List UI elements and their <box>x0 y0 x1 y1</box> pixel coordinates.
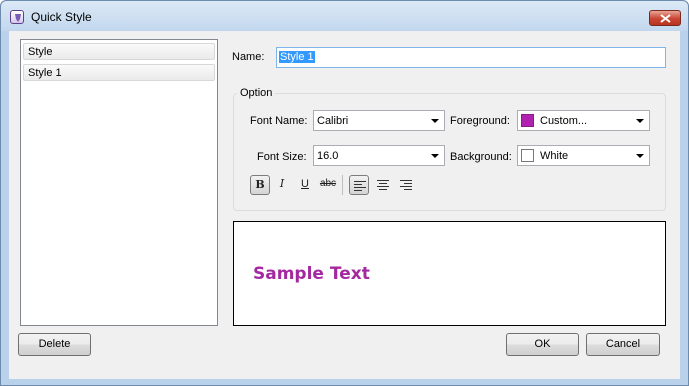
font-size-value: 16.0 <box>317 150 339 162</box>
background-label: Background: <box>450 151 512 163</box>
align-right-icon <box>400 180 412 190</box>
close-button[interactable] <box>649 10 681 26</box>
foreground-dropdown[interactable]: Custom... <box>517 110 650 131</box>
align-left-icon <box>354 181 366 191</box>
close-icon <box>660 14 671 23</box>
underline-button[interactable]: U <box>295 175 315 195</box>
background-swatch <box>521 149 534 162</box>
chevron-down-icon <box>636 119 644 123</box>
background-value: White <box>540 150 569 162</box>
style-list[interactable]: Style Style 1 <box>20 39 218 326</box>
list-item-style-1[interactable]: Style 1 <box>23 64 215 81</box>
align-center-button[interactable] <box>373 175 393 195</box>
font-name-dropdown[interactable]: Calibri <box>313 110 445 131</box>
foreground-value: Custom... <box>540 115 588 127</box>
list-item-style[interactable]: Style <box>23 43 215 60</box>
bold-button[interactable]: B <box>250 175 270 195</box>
option-legend: Option <box>237 87 276 99</box>
cancel-button[interactable]: Cancel <box>586 333 660 356</box>
name-label: Name: <box>232 51 265 63</box>
chevron-down-icon <box>431 119 439 123</box>
align-center-icon <box>377 180 389 190</box>
name-input[interactable]: Style 1 <box>276 47 666 68</box>
italic-button[interactable]: I <box>272 175 292 195</box>
background-dropdown[interactable]: White <box>517 145 650 166</box>
foreground-swatch <box>521 114 534 127</box>
align-right-button[interactable] <box>396 175 416 195</box>
font-name-value: Calibri <box>317 115 349 127</box>
font-name-label: Font Name: <box>250 115 308 127</box>
title-bar[interactable]: Quick Style <box>1 1 688 31</box>
delete-button[interactable]: Delete <box>18 333 91 356</box>
window-title: Quick Style <box>31 10 92 24</box>
preview-panel: Sample Text <box>233 221 666 326</box>
foreground-label: Foreground: <box>450 115 510 127</box>
align-left-button[interactable] <box>349 175 369 195</box>
chevron-down-icon <box>636 154 644 158</box>
toolbar-separator <box>342 175 343 195</box>
quick-style-dialog: Quick Style Style Style 1 Name: Style 1 … <box>0 0 689 386</box>
strikethrough-button[interactable]: abc <box>318 175 338 195</box>
chevron-down-icon <box>431 154 439 158</box>
dialog-body: Style Style 1 Name: Style 1 Option Font … <box>9 31 680 379</box>
name-input-value: Style 1 <box>279 51 315 63</box>
font-size-label: Font Size: <box>257 151 307 163</box>
font-size-dropdown[interactable]: 16.0 <box>313 145 445 166</box>
ok-button[interactable]: OK <box>506 333 579 356</box>
app-icon <box>10 10 24 24</box>
preview-sample-text: Sample Text <box>253 264 370 284</box>
